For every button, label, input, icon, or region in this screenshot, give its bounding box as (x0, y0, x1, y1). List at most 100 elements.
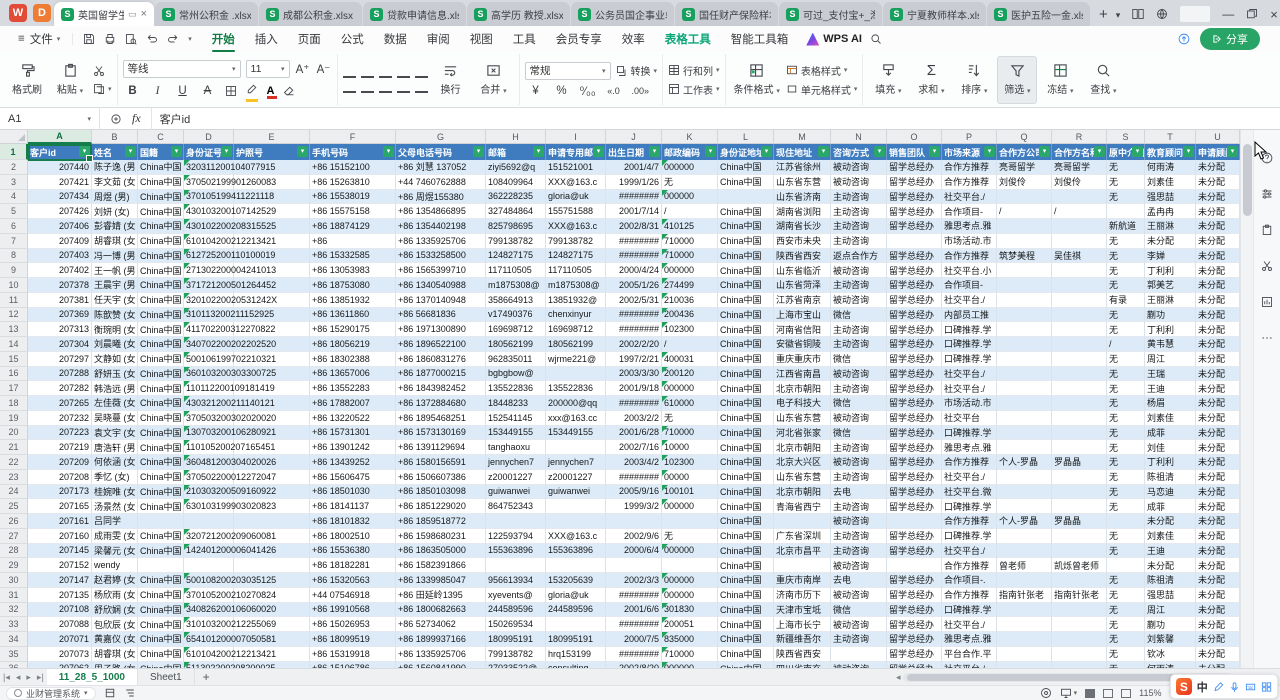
cell-T27[interactable]: 刘素佳 (1145, 529, 1196, 544)
header-cell-T[interactable]: 教育顾问▾ (1145, 144, 1196, 160)
cell-D32[interactable]: 340826200106060020 (184, 603, 234, 618)
restore-button[interactable] (1246, 8, 1258, 20)
menu-item-插入[interactable]: 插入 (245, 27, 288, 51)
menu-item-会员专享[interactable]: 会员专享 (546, 27, 612, 51)
menu-item-公式[interactable]: 公式 (331, 27, 374, 51)
decrease-decimal-button[interactable]: .00» (632, 86, 648, 96)
cell-D20[interactable]: 130703200106280921 (184, 426, 234, 441)
cell-A19[interactable]: 207232 (28, 411, 92, 426)
cell-C31[interactable]: China中国 (138, 588, 184, 603)
cell-U35[interactable]: 未分配 (1196, 647, 1240, 662)
cell-Q23[interactable] (997, 470, 1052, 485)
cell-B12[interactable]: 陈歆赞 (女 (92, 308, 138, 323)
cell-I22[interactable]: jennychen7 (546, 455, 606, 470)
row-header-24[interactable]: 24 (0, 485, 28, 500)
column-header-B[interactable]: B (92, 130, 138, 144)
cell-C10[interactable]: China中国 (138, 278, 184, 293)
cell-Q28[interactable] (997, 544, 1052, 559)
header-cell-H[interactable]: 邮箱▾ (486, 144, 546, 160)
vertical-scrollbar-thumb[interactable] (1243, 144, 1252, 216)
document-tab-7[interactable]: S可过_支付宝+_淘 (779, 2, 882, 26)
cell-L12[interactable]: China中国 (718, 308, 774, 323)
cell-U16[interactable]: 未分配 (1196, 367, 1240, 382)
cell-I21[interactable] (546, 440, 606, 455)
highlight-color-button[interactable] (246, 82, 258, 100)
cell-D10[interactable]: 371721200501264452 (184, 278, 234, 293)
sliders-icon[interactable] (1261, 188, 1273, 200)
document-tab-8[interactable]: S宁夏教师样本.xlsx (883, 2, 986, 26)
cell-O9[interactable]: 留学总经办 (887, 263, 942, 278)
cell-K20[interactable]: 710000 (662, 426, 718, 441)
cell-P9[interactable]: 社交平台.小 (942, 263, 997, 278)
search-icon[interactable] (870, 33, 882, 45)
menu-item-视图[interactable]: 视图 (460, 27, 503, 51)
cell-L27[interactable]: China中国 (718, 529, 774, 544)
cell-O30[interactable]: 留学总经办 (887, 573, 942, 588)
cell-P14[interactable]: 口碑推荐.学 (942, 337, 997, 352)
cell-P7[interactable]: 市场活动.市 (942, 234, 997, 249)
cell-S16[interactable]: 无 (1107, 367, 1145, 382)
cell-M7[interactable]: 西安市未央 (774, 234, 831, 249)
cell-S3[interactable]: 无 (1107, 175, 1145, 190)
cell-S35[interactable]: 无 (1107, 647, 1145, 662)
cell-S33[interactable]: 无 (1107, 617, 1145, 632)
cell-A9[interactable]: 207402 (28, 263, 92, 278)
cell-Q6[interactable] (997, 219, 1052, 234)
header-cell-D[interactable]: 身份证号▾ (184, 144, 234, 160)
cell-B11[interactable]: 任天宇 (女 (92, 293, 138, 308)
cell-J27[interactable]: 2002/9/6 (606, 529, 662, 544)
cell-P2[interactable]: 合作方推荐 (942, 160, 997, 175)
cell-U7[interactable]: 未分配 (1196, 234, 1240, 249)
cell-J35[interactable]: ######## (606, 647, 662, 662)
cell-L24[interactable]: China中国 (718, 485, 774, 500)
cell-S4[interactable]: 无 (1107, 190, 1145, 205)
cell-R2[interactable]: 亮哥留学 (1052, 160, 1107, 175)
cell-K11[interactable]: 210036 (662, 293, 718, 308)
cell-F32[interactable]: +86 19910568 (310, 603, 396, 618)
cell-C17[interactable]: China中国 (138, 381, 184, 396)
cell-L2[interactable]: China中国 (718, 160, 774, 175)
cell-C35[interactable]: China中国 (138, 647, 184, 662)
align-top-icon[interactable] (343, 67, 356, 78)
row-header-26[interactable]: 26 (0, 514, 28, 529)
system-widget[interactable]: 业财管理系统 ▾ (6, 687, 96, 700)
cell-L4[interactable] (718, 190, 774, 205)
row-header-34[interactable]: 34 (0, 632, 28, 647)
cell-C13[interactable]: China中国 (138, 322, 184, 337)
cell-G26[interactable]: +86 1859518772 (396, 514, 486, 529)
row-header-12[interactable]: 12 (0, 308, 28, 323)
cell-U21[interactable]: 未分配 (1196, 440, 1240, 455)
cell-C33[interactable]: China中国 (138, 617, 184, 632)
cell-F21[interactable]: +86 13901242 (310, 440, 396, 455)
header-cell-P[interactable]: 市场来源▾ (942, 144, 997, 160)
cell-M18[interactable]: 电子科技大 (774, 396, 831, 411)
cell-F14[interactable]: +86 18056219 (310, 337, 396, 352)
cell-A25[interactable]: 207165 (28, 499, 92, 514)
cell-T8[interactable]: 李婵 (1145, 249, 1196, 264)
minimize-button[interactable]: — (1222, 7, 1234, 21)
column-header-R[interactable]: R (1052, 130, 1107, 144)
cell-T33[interactable]: 蒯功 (1145, 617, 1196, 632)
cell-K22[interactable]: 102300 (662, 455, 718, 470)
cell-Q15[interactable] (997, 352, 1052, 367)
cell-T31[interactable]: 强思喆 (1145, 588, 1196, 603)
row-header-3[interactable]: 3 (0, 175, 28, 190)
cell-T2[interactable]: 何雨涛 (1145, 160, 1196, 175)
cell-G33[interactable]: +86 52734062 (396, 617, 486, 632)
header-cell-Q[interactable]: 合作方公司▾ (997, 144, 1052, 160)
cell-S19[interactable]: 无 (1107, 411, 1145, 426)
document-tab-6[interactable]: S国任财产保险样本. (675, 2, 778, 26)
column-header-F[interactable]: F (310, 130, 396, 144)
upload-cloud-icon[interactable] (1178, 33, 1190, 45)
cell-R17[interactable] (1052, 381, 1107, 396)
cell-P25[interactable]: 口碑推荐.学 (942, 499, 997, 514)
filter-dropdown-icon[interactable]: ▾ (473, 146, 484, 157)
cell-J25[interactable]: 1999/3/2 (606, 499, 662, 514)
display-mode-button[interactable]: ▾ (1060, 687, 1078, 699)
cell-N24[interactable]: 去电 (831, 485, 887, 500)
cell-J26[interactable] (606, 514, 662, 529)
cell-A13[interactable]: 207313 (28, 322, 92, 337)
cell-B20[interactable]: 袁文宇 (女 (92, 426, 138, 441)
cell-K28[interactable]: 000000 (662, 544, 718, 559)
cell-N22[interactable]: 被动咨询 (831, 455, 887, 470)
